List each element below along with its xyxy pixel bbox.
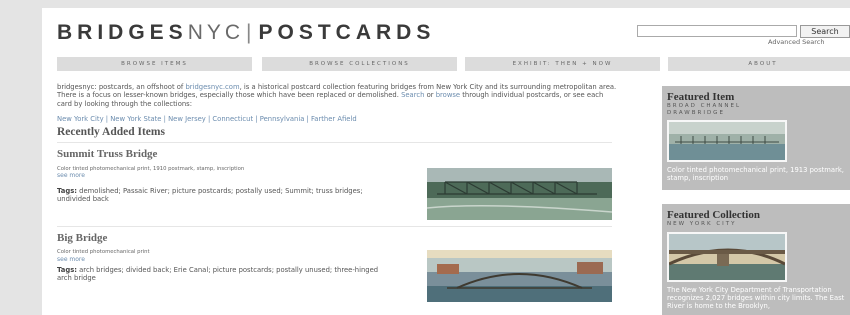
logo-separator: | bbox=[246, 21, 257, 44]
search-link[interactable]: Search bbox=[401, 91, 424, 99]
featured-collection-name[interactable]: NEW YORK CITY bbox=[667, 221, 845, 228]
intro-text-3: or bbox=[424, 91, 436, 100]
summit-truss-bridge-thumbnail[interactable] bbox=[427, 168, 612, 220]
featured-item-name-line2[interactable]: DRAWBRIDGE bbox=[667, 110, 845, 117]
item-description: Color tinted photomechanical print, 1910… bbox=[57, 166, 245, 172]
nav-about[interactable]: ABOUT bbox=[668, 57, 850, 71]
nav-browse-collections[interactable]: BROWSE COLLECTIONS bbox=[262, 57, 457, 71]
advanced-search-link[interactable]: Advanced Search bbox=[768, 38, 825, 46]
item-title-summit[interactable]: Summit Truss Bridge bbox=[57, 148, 157, 160]
tags-label: Tags: bbox=[57, 266, 77, 274]
tags-list[interactable]: demolished; Passaic River; picture postc… bbox=[57, 187, 363, 203]
arch-bridge-postcard-image bbox=[668, 233, 786, 280]
intro-text-1: bridgesnyc: postcards, an offshoot of bbox=[57, 83, 186, 91]
logo-nyc: NYC bbox=[187, 21, 245, 44]
featured-item-title: Featured Item bbox=[667, 91, 735, 103]
featured-collection-image[interactable] bbox=[667, 231, 787, 282]
browse-link[interactable]: browse bbox=[436, 91, 460, 99]
nav-browse-items[interactable]: BROWSE ITEMS bbox=[57, 57, 252, 71]
collection-links[interactable]: New York City | New York State | New Jer… bbox=[57, 115, 617, 123]
tags-list[interactable]: arch bridges; divided back; Erie Canal; … bbox=[57, 266, 378, 282]
search-button[interactable]: Search bbox=[800, 25, 850, 38]
item-tags: Tags: arch bridges; divided back; Erie C… bbox=[57, 266, 387, 282]
divider bbox=[57, 142, 612, 143]
intro-paragraph: bridgesnyc: postcards, an offshoot of br… bbox=[57, 83, 617, 108]
item-description: Color tinted photomechanical print bbox=[57, 249, 150, 255]
logo-postcards: POSTCARDS bbox=[258, 21, 436, 44]
big-bridge-thumbnail[interactable] bbox=[427, 250, 612, 302]
featured-collection-description: The New York City Department of Transpor… bbox=[667, 285, 845, 310]
featured-item-panel: Featured Item BROAD CHANNEL DRAWBRIDGE C… bbox=[662, 86, 850, 190]
featured-collection-title: Featured Collection bbox=[667, 209, 760, 221]
logo-bridges: BRIDGES bbox=[57, 21, 188, 44]
featured-item-description: Color tinted photomechanical print, 1913… bbox=[667, 166, 844, 182]
nav-exhibit[interactable]: EXHIBIT: THEN + NOW bbox=[465, 57, 660, 71]
featured-collection-panel: Featured Collection NEW YORK CITY The Ne… bbox=[662, 204, 850, 315]
drawbridge-postcard-image bbox=[669, 122, 785, 160]
search-input[interactable] bbox=[637, 25, 797, 37]
featured-item-image[interactable] bbox=[667, 120, 787, 162]
bridgesnyc-link[interactable]: bridgesnyc.com bbox=[185, 83, 239, 91]
site-logo[interactable]: BRIDGESNYC|POSTCARDS bbox=[57, 21, 435, 45]
recently-added-heading: Recently Added Items bbox=[57, 126, 165, 138]
tags-label: Tags: bbox=[57, 187, 77, 195]
see-more-link[interactable]: see more bbox=[57, 172, 85, 179]
item-title-big-bridge[interactable]: Big Bridge bbox=[57, 232, 107, 244]
divider bbox=[57, 226, 612, 227]
item-tags: Tags: demolished; Passaic River; picture… bbox=[57, 187, 387, 203]
see-more-link[interactable]: see more bbox=[57, 256, 85, 263]
